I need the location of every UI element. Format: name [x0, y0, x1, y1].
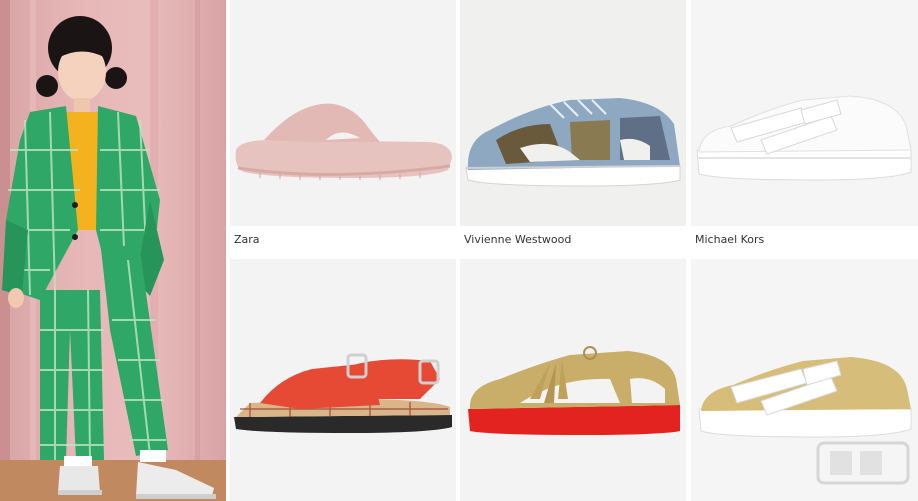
gold-tassel-cutout-sneaker-icon [468, 346, 680, 435]
product-image[interactable] [230, 259, 456, 501]
pink-slide-sandal-icon [235, 103, 452, 180]
brand-label: Zara [234, 233, 260, 246]
page: Zara Vivienne Westwood Michael Kors [0, 0, 918, 501]
product-image[interactable] [691, 259, 918, 501]
product-image[interactable] [460, 259, 686, 501]
white-strap-sneaker-icon [696, 95, 912, 181]
watermark-logo [816, 439, 912, 493]
child-in-green-plaid-suit-photo [0, 0, 226, 501]
product-image[interactable] [691, 0, 918, 226]
product-caption: Zara [230, 226, 456, 254]
product-card[interactable] [691, 259, 918, 501]
hero-photo[interactable] [0, 0, 226, 501]
denim-cutout-sneaker-icon [465, 98, 681, 187]
product-card[interactable]: Vivienne Westwood [460, 0, 686, 254]
brand-label: Michael Kors [695, 233, 765, 246]
brand-label: Vivienne Westwood [464, 233, 572, 246]
red-buckle-sandal-icon [234, 353, 452, 433]
product-caption: Michael Kors [691, 226, 918, 254]
product-card[interactable]: Michael Kors [691, 0, 918, 254]
product-card[interactable]: Zara [230, 0, 456, 254]
product-card[interactable] [460, 259, 686, 501]
product-caption: Vivienne Westwood [460, 226, 686, 254]
product-image[interactable] [460, 0, 686, 226]
watermark-logo-icon [816, 441, 910, 485]
product-card[interactable] [230, 259, 456, 501]
product-image[interactable] [230, 0, 456, 226]
